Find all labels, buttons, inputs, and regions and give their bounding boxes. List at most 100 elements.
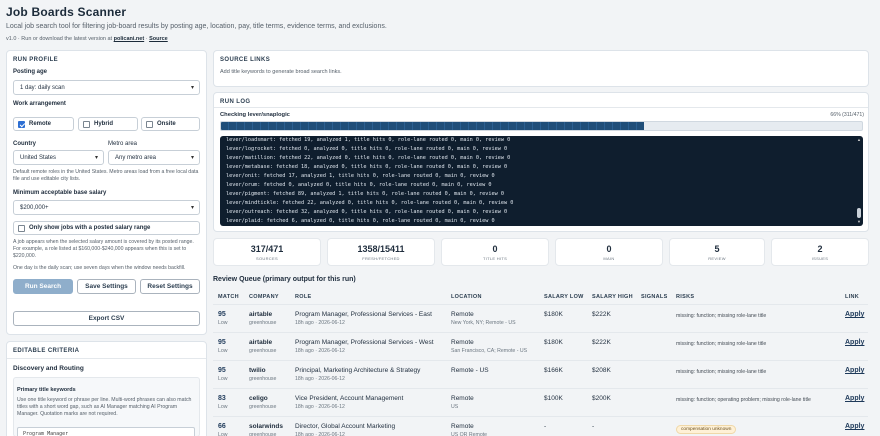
table-row: 66 Low solarwinds greenhouse Director, Globa… [213, 416, 868, 436]
progress-text: 66% (311/471) [830, 112, 864, 118]
checkbox-checked-icon [18, 120, 25, 128]
reset-settings-button[interactable]: Reset Settings [140, 279, 200, 294]
stat-card: 317/471 SOURCES [213, 238, 321, 266]
location: Remote [451, 311, 474, 318]
chevron-down-icon: ▾ [190, 85, 194, 91]
salary-label: Minimum acceptable base salary [13, 190, 107, 196]
column-header[interactable]: ROLE [295, 294, 311, 300]
progress-bar [220, 121, 863, 131]
posted-age: 18h ago · 2026-06-12 [295, 348, 345, 354]
stat-card: 5 REVIEW [669, 238, 765, 266]
apply-link[interactable]: Apply [845, 395, 864, 402]
column-header[interactable]: COMPANY [249, 294, 279, 300]
risk-text: missing: function; missing role-lane tit… [676, 341, 767, 347]
stat-card: 2 ISSUES [771, 238, 869, 266]
export-csv-button[interactable]: Export CSV [13, 311, 200, 326]
role-title: Program Manager, Professional Services -… [295, 339, 434, 346]
country-select[interactable]: United States ▾ [13, 150, 104, 165]
job-board: greenhouse [249, 348, 277, 354]
onsite-checkbox[interactable]: Onsite [141, 117, 200, 131]
apply-link[interactable]: Apply [845, 367, 864, 374]
chevron-down-icon: ▾ [190, 205, 194, 211]
company-name: celigo [249, 395, 268, 402]
salary-low: $166K [544, 367, 563, 374]
match-score: 66 [218, 423, 226, 430]
metro-select[interactable]: Any metro area ▾ [108, 150, 200, 165]
company-name: twilio [249, 367, 266, 374]
run-status: Checking lever/snaplogic [220, 112, 290, 118]
work-arrangement-label: Work arrangement [13, 101, 66, 107]
match-score: 95 [218, 367, 226, 374]
column-header[interactable]: SALARY HIGH [592, 294, 633, 300]
divider [214, 107, 868, 108]
match-score: 83 [218, 395, 226, 402]
review-title: Review Queue (primary output for this ru… [213, 276, 356, 283]
salary-high: - [592, 423, 595, 430]
stat-label: SOURCES [256, 256, 278, 261]
risk-text: missing: function; missing role-lane tit… [676, 313, 767, 319]
scrollbar-thumb[interactable] [857, 208, 861, 218]
job-board: greenhouse [249, 376, 277, 382]
column-header[interactable]: MATCH [218, 294, 239, 300]
stat-value: 2 [817, 244, 823, 254]
table-row: 95 Low airtable greenhouse Program Manager, … [213, 304, 868, 332]
run-log-terminal: lever/loadsmart: fetched 19, analyzed 1,… [220, 136, 863, 226]
stat-label: REVIEW [708, 256, 726, 261]
salary-low: $180K [544, 339, 563, 346]
table-row: 95 Low twilio greenhouse Principal, Marketin… [213, 360, 868, 388]
scroll-up-icon: ▲ [857, 137, 861, 142]
scrollbar[interactable]: ▲ ▼ [857, 138, 861, 224]
company-name: solarwinds [249, 423, 283, 430]
run-search-button[interactable]: Run Search [13, 279, 73, 294]
save-settings-button[interactable]: Save Settings [77, 279, 136, 294]
progress-fill [221, 122, 645, 130]
scroll-down-icon: ▼ [857, 219, 861, 224]
stat-card: 0 TITLE HITS [441, 238, 549, 266]
company-name: airtable [249, 311, 273, 318]
stat-label: TITLE HITS [482, 256, 508, 261]
default-note: Default remote roles in the United State… [13, 169, 199, 182]
source-links-title: SOURCE LINKS [220, 57, 271, 63]
page-description: Local job search tool for filtering job-… [6, 23, 387, 30]
match-score: 95 [218, 339, 226, 346]
column-header[interactable]: RISKS [676, 294, 694, 300]
log-line: lever/outreach: fetched 32, analyzed 0, … [226, 209, 508, 215]
posting-age-label: Posting age [13, 69, 48, 75]
posting-age-select[interactable]: 1 day: daily scan ▾ [13, 80, 200, 95]
column-header[interactable]: LOCATION [451, 294, 482, 300]
apply-link[interactable]: Apply [845, 311, 864, 318]
location-detail: San Francisco, CA; Remote - US [451, 348, 528, 354]
stat-value: 0 [606, 244, 612, 254]
metro-label: Metro area [108, 141, 138, 147]
log-line: lever/logrocket: fetched 0, analyzed 0, … [226, 146, 508, 152]
job-board: greenhouse [249, 320, 277, 326]
stat-card: 1358/15411 FRESH/FETCHED [327, 238, 435, 266]
site-link[interactable]: policani.net [114, 36, 145, 42]
job-board: greenhouse [249, 432, 277, 436]
posted-salary-checkbox[interactable]: Only show jobs with a posted salary rang… [13, 221, 200, 235]
column-header[interactable]: SIGNALS [641, 294, 668, 300]
page-title: Job Boards Scanner [6, 5, 127, 19]
salary-high: $222K [592, 311, 611, 318]
column-header[interactable]: SALARY LOW [544, 294, 584, 300]
location: Remote [451, 395, 474, 402]
remote-checkbox[interactable]: Remote [13, 117, 74, 131]
apply-link[interactable]: Apply [845, 423, 864, 430]
primary-keywords-textarea[interactable]: Program Manager [17, 427, 195, 436]
log-line: lever/metabase: fetched 18, analyzed 0, … [226, 164, 508, 170]
chevron-down-icon: ▾ [190, 155, 194, 161]
stat-value: 317/471 [250, 244, 284, 254]
posted-age: 18h ago · 2026-06-12 [295, 432, 345, 436]
risk-text: missing: function; operating problem; mi… [676, 397, 811, 403]
posting-age-value: 1 day: daily scan [20, 85, 65, 91]
stat-value: 0 [492, 244, 498, 254]
editable-criteria-title: EDITABLE CRITERIA [13, 348, 80, 354]
location: Remote [451, 339, 474, 346]
hybrid-checkbox[interactable]: Hybrid [78, 117, 138, 131]
salary-select[interactable]: $200,000+ ▾ [13, 200, 200, 215]
location: Remote - US [451, 367, 489, 374]
column-header[interactable]: LINK [845, 294, 859, 300]
source-link[interactable]: Source [149, 36, 168, 42]
primary-keywords-label: Primary title keywords [17, 387, 76, 393]
apply-link[interactable]: Apply [845, 339, 864, 346]
